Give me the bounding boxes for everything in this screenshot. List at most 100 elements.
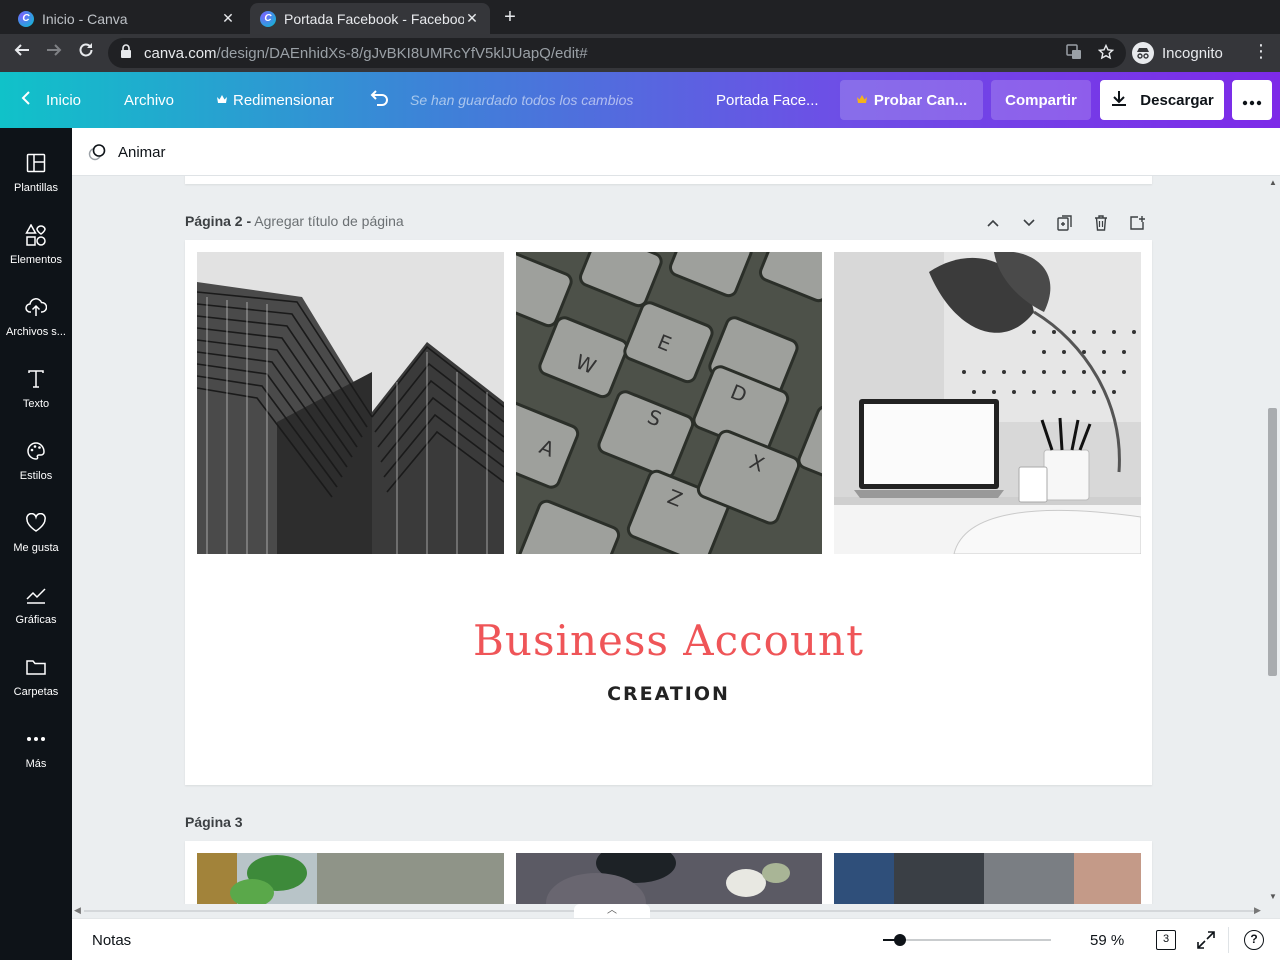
editor-header: Inicio Archivo Redimensionar Se han guar…: [0, 72, 1280, 128]
keyboard-photo[interactable]: W E A S D Z X: [516, 252, 823, 554]
resize-button[interactable]: Redimensionar: [216, 72, 334, 128]
scroll-thumb[interactable]: [1268, 408, 1277, 676]
page-2-number: Página 2 -: [185, 213, 252, 229]
animate-icon: [88, 144, 106, 161]
reload-icon[interactable]: [74, 41, 98, 65]
sidebar-item-more[interactable]: Más: [0, 712, 72, 776]
sidebar-item-styles[interactable]: Estilos: [0, 424, 72, 488]
browser-tab-bar: C Inicio - Canva ✕ C Portada Facebook - …: [0, 0, 1280, 34]
zoom-slider[interactable]: [883, 934, 1051, 946]
canvas-scroll-area[interactable]: Página 2 - Agregar título de página W E …: [72, 176, 1266, 904]
close-tab-icon[interactable]: ✕: [220, 10, 236, 27]
context-toolbar: Animar: [72, 128, 1280, 176]
left-sidebar: Plantillas Elementos Archivos s... Texto…: [0, 128, 72, 960]
help-button[interactable]: ?: [1244, 930, 1264, 950]
new-tab-button[interactable]: +: [498, 5, 522, 29]
subheadline-text[interactable]: CREATION: [185, 683, 1152, 705]
sidebar-item-templates[interactable]: Plantillas: [0, 136, 72, 200]
scroll-up-arrow-icon[interactable]: ▲: [1269, 178, 1277, 187]
back-icon[interactable]: [10, 41, 34, 65]
notes-button[interactable]: Notas: [92, 919, 131, 960]
horizontal-scrollbar[interactable]: ◀ ▶: [72, 904, 1266, 918]
person-photo[interactable]: [834, 853, 1141, 904]
folder-icon: [25, 656, 47, 678]
chart-icon: [25, 584, 47, 606]
bookmark-star-icon[interactable]: [1097, 43, 1115, 63]
page-3-label: Página 3: [185, 814, 243, 830]
fullscreen-icon[interactable]: [1196, 930, 1216, 950]
page-3-canvas[interactable]: [185, 841, 1152, 904]
ellipsis-icon: [1242, 89, 1262, 112]
undo-button[interactable]: [370, 72, 390, 128]
file-menu-button[interactable]: Archivo: [124, 72, 174, 128]
download-button[interactable]: Descargar: [1100, 80, 1224, 120]
share-label: Compartir: [1005, 91, 1077, 109]
plant-photo[interactable]: [197, 853, 504, 904]
scroll-right-arrow-icon[interactable]: ▶: [1254, 905, 1261, 916]
horizontal-scroll-track[interactable]: [84, 910, 1254, 912]
page-2-label: Página 2 - Agregar título de página: [185, 213, 404, 229]
sidebar-item-label: Más: [25, 758, 47, 770]
sidebar-item-uploads[interactable]: Archivos s...: [0, 280, 72, 344]
try-label: Probar Can...: [873, 91, 968, 109]
zoom-percentage[interactable]: 59 %: [1090, 919, 1124, 960]
zoom-slider-handle[interactable]: [894, 934, 906, 946]
download-icon: [1110, 89, 1128, 111]
document-title[interactable]: Portada Face...: [716, 72, 819, 128]
doc-title-label: Portada Face...: [716, 91, 819, 109]
duplicate-page-icon[interactable]: [1054, 212, 1076, 234]
move-page-down-icon[interactable]: [1018, 212, 1040, 234]
more-icon: [25, 728, 47, 750]
undo-icon: [370, 89, 390, 111]
resize-label: Redimensionar: [233, 91, 334, 109]
desk-laptop-photo[interactable]: [834, 252, 1141, 554]
more-options-button[interactable]: [1232, 80, 1272, 120]
heart-icon: [25, 512, 47, 534]
tab-portada-facebook[interactable]: C Portada Facebook - Facebook ✕: [250, 3, 490, 34]
sidebar-item-likes[interactable]: Me gusta: [0, 496, 72, 560]
forward-icon[interactable]: [42, 41, 66, 65]
animate-button[interactable]: Animar: [88, 128, 166, 176]
notes-panel-toggle[interactable]: ︿: [574, 904, 650, 918]
footer-divider: [1228, 927, 1229, 953]
add-page-icon[interactable]: [1126, 212, 1148, 234]
incognito-profile[interactable]: Incognito: [1132, 40, 1223, 66]
tab-inicio-canva[interactable]: C Inicio - Canva ✕: [8, 3, 246, 34]
scroll-down-arrow-icon[interactable]: ▼: [1269, 892, 1277, 901]
upload-icon: [25, 296, 47, 318]
chevron-up-icon: ︿: [607, 905, 617, 916]
home-button[interactable]: Inicio: [20, 72, 81, 128]
sidebar-item-label: Plantillas: [13, 182, 59, 194]
sidebar-item-elements[interactable]: Elementos: [0, 208, 72, 272]
move-page-up-icon[interactable]: [982, 212, 1004, 234]
canva-favicon-icon: C: [260, 10, 276, 27]
lock-icon: [120, 44, 134, 62]
chevron-left-icon: [20, 90, 32, 111]
sidebar-item-label: Carpetas: [13, 686, 59, 698]
page-count-button[interactable]: 3: [1156, 930, 1176, 950]
address-bar[interactable]: canva.com/design/DAEnhidXs-8/gJvBKI8UMRc…: [108, 38, 1126, 68]
sidebar-item-text[interactable]: Texto: [0, 352, 72, 416]
browser-menu-icon[interactable]: ⋮: [1252, 41, 1270, 62]
text-icon: [25, 368, 47, 390]
translate-icon[interactable]: [1066, 44, 1082, 63]
page-2-canvas[interactable]: W E A S D Z X Business Account CREATION: [185, 240, 1152, 785]
headline-text[interactable]: Business Account: [185, 616, 1152, 665]
palette-icon: [25, 440, 47, 462]
sidebar-item-charts[interactable]: Gráficas: [0, 568, 72, 632]
sidebar-item-label: Me gusta: [13, 542, 59, 554]
add-page-title-field[interactable]: Agregar título de página: [254, 213, 403, 229]
delete-page-icon[interactable]: [1090, 212, 1112, 234]
vertical-scrollbar[interactable]: ▲ ▼: [1266, 176, 1280, 904]
share-button[interactable]: Compartir: [991, 80, 1091, 120]
file-label: Archivo: [124, 91, 175, 109]
elements-icon: [25, 224, 47, 246]
scroll-left-arrow-icon[interactable]: ◀: [74, 905, 81, 916]
home-label: Inicio: [46, 91, 82, 109]
flowers-photo[interactable]: [516, 853, 823, 904]
sidebar-item-label: Archivos s...: [6, 326, 66, 338]
skyscraper-photo[interactable]: [197, 252, 504, 554]
sidebar-item-folders[interactable]: Carpetas: [0, 640, 72, 704]
try-canva-pro-button[interactable]: Probar Can...: [840, 80, 983, 120]
close-tab-icon[interactable]: ✕: [464, 10, 480, 27]
